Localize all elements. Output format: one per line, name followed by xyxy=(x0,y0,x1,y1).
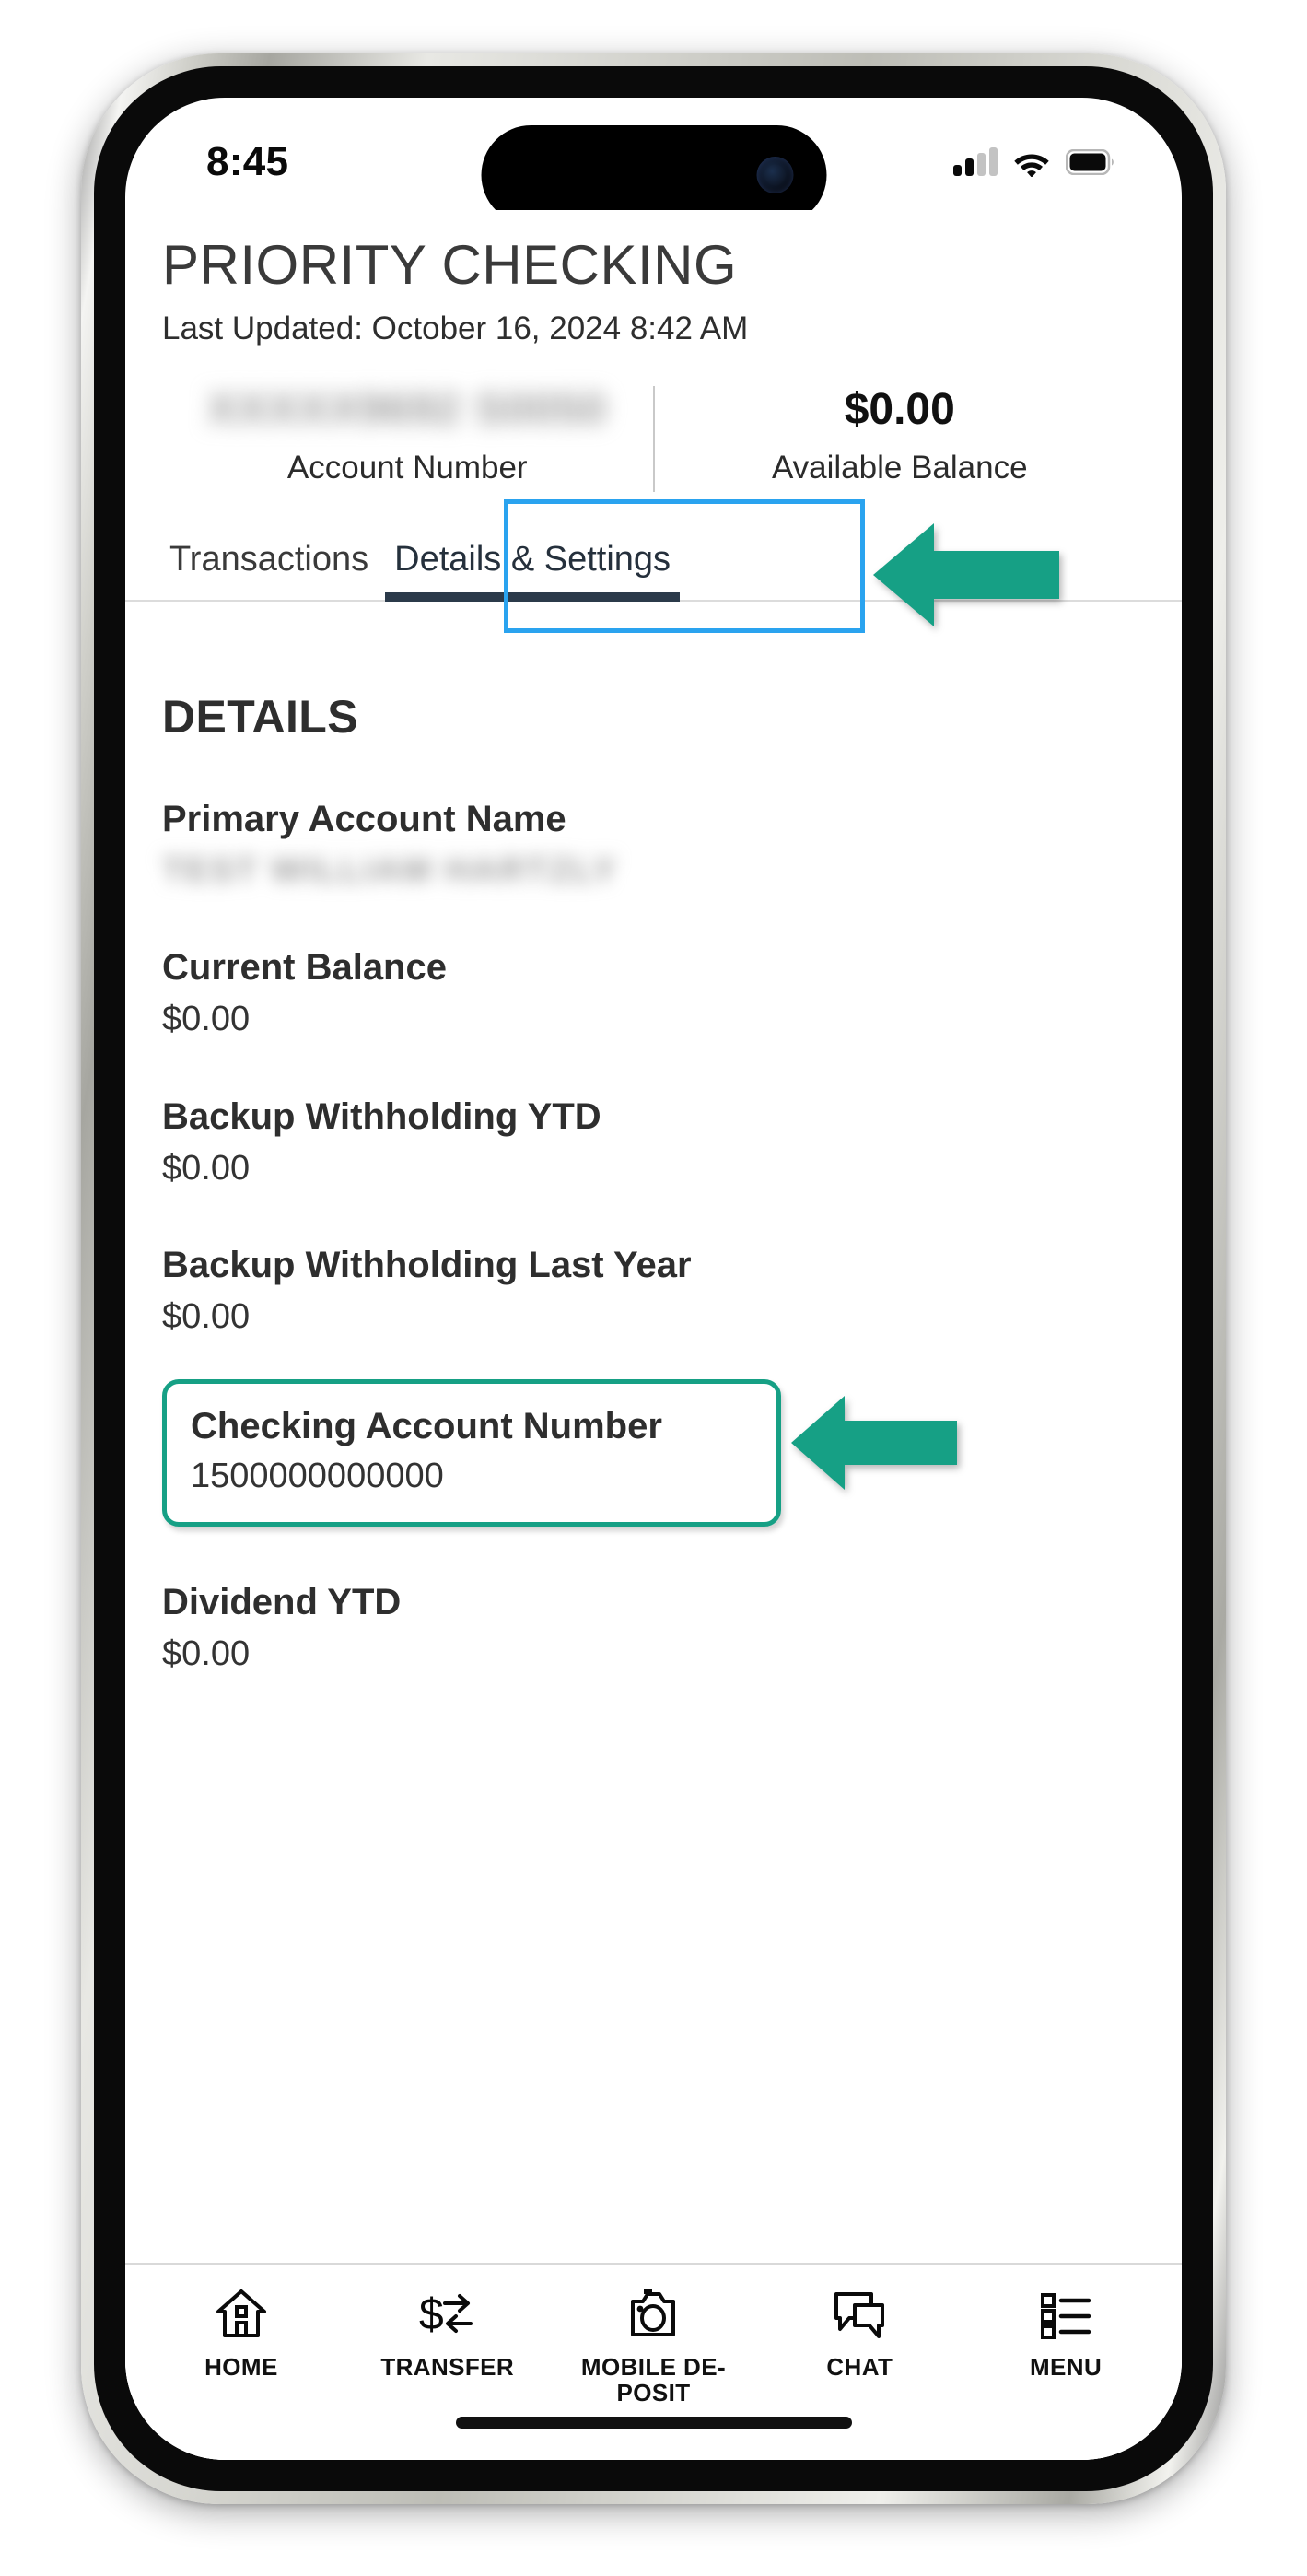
details-scroll-area[interactable]: DETAILS Primary Account Name TEST WILLIA… xyxy=(125,602,1182,2263)
field-label: Dividend YTD xyxy=(162,1581,402,1622)
phone-bezel: 8:45 PRIORITY CHECKING Last Updated: Oct… xyxy=(94,66,1213,2491)
nav-item-home[interactable]: HOME xyxy=(138,2285,344,2381)
bottom-navigation-bar: HOME $ TRANSFER MOBILE DE-POSIT CHAT MEN… xyxy=(125,2263,1182,2460)
screenshot-canvas: 8:45 PRIORITY CHECKING Last Updated: Oct… xyxy=(0,0,1307,2576)
details-section-title: DETAILS xyxy=(162,690,358,743)
available-balance-label: Available Balance xyxy=(771,449,1028,486)
list-menu-icon xyxy=(1037,2285,1094,2342)
field-label: Backup Withholding YTD xyxy=(162,1095,601,1137)
nav-item-mobile-deposit[interactable]: MOBILE DE-POSIT xyxy=(551,2285,757,2406)
field-value: 1500000000000 xyxy=(191,1456,444,1495)
phone-frame: 8:45 PRIORITY CHECKING Last Updated: Oct… xyxy=(81,53,1226,2504)
account-number-value: XXXXX9692 S0050 xyxy=(207,384,608,434)
account-number-block: XXXXX9692 S0050 Account Number xyxy=(162,381,653,494)
field-label: Checking Account Number xyxy=(191,1405,662,1446)
field-primary-account-name: Primary Account Name TEST WILLIAM HARTZL… xyxy=(162,797,1145,893)
field-current-balance: Current Balance $0.00 xyxy=(162,945,1145,1041)
phone-screen: 8:45 PRIORITY CHECKING Last Updated: Oct… xyxy=(125,98,1182,2460)
svg-text:$: $ xyxy=(419,2290,444,2339)
front-camera-icon xyxy=(756,157,793,193)
chat-bubble-icon xyxy=(831,2285,888,2342)
nav-item-label: TRANSFER xyxy=(380,2353,515,2381)
field-backup-withholding-last-year: Backup Withholding Last Year $0.00 xyxy=(162,1243,1145,1339)
tab-details-settings[interactable]: Details & Settings xyxy=(381,525,683,602)
field-label: Primary Account Name xyxy=(162,798,566,839)
home-indicator[interactable] xyxy=(455,2417,852,2429)
account-tabs: Transactions Details & Settings xyxy=(125,498,1182,633)
wifi-icon xyxy=(1014,154,1049,177)
account-number-label: Account Number xyxy=(286,449,528,486)
cellular-signal-icon xyxy=(953,147,998,176)
available-balance-block: $0.00 Available Balance xyxy=(655,381,1146,494)
nav-item-label: CHAT xyxy=(826,2353,893,2381)
camera-icon xyxy=(624,2285,682,2342)
account-header: PRIORITY CHECKING Last Updated: October … xyxy=(125,210,1182,347)
field-value: $0.00 xyxy=(162,1000,251,1039)
field-value: $0.00 xyxy=(162,1297,251,1337)
last-updated-text: Last Updated: October 16, 2024 8:42 AM xyxy=(162,310,749,346)
field-dividend-ytd: Dividend YTD $0.00 xyxy=(162,1580,1145,1676)
status-bar-time: 8:45 xyxy=(206,139,289,184)
home-icon xyxy=(215,2285,268,2342)
transfer-icon: $ xyxy=(419,2285,476,2342)
field-value: $0.00 xyxy=(162,1148,251,1188)
nav-item-transfer[interactable]: $ TRANSFER xyxy=(344,2285,551,2381)
page-title: PRIORITY CHECKING xyxy=(162,234,738,296)
field-checking-account-number[interactable]: Checking Account Number 1500000000000 xyxy=(162,1378,957,1527)
account-summary: XXXXX9692 S0050 Account Number $0.00 Ava… xyxy=(125,381,1182,494)
field-label: Current Balance xyxy=(162,947,447,989)
battery-full-icon xyxy=(1066,149,1114,175)
app-content: PRIORITY CHECKING Last Updated: October … xyxy=(125,210,1182,2460)
field-value: $0.00 xyxy=(162,1633,251,1673)
callout-arrow-checking-account-number xyxy=(791,1395,957,1490)
nav-item-menu[interactable]: MENU xyxy=(963,2285,1169,2381)
nav-item-chat[interactable]: CHAT xyxy=(756,2285,963,2381)
field-value: TEST WILLIAM HARTZLY xyxy=(162,850,618,890)
field-label: Backup Withholding Last Year xyxy=(162,1245,692,1286)
tab-transactions[interactable]: Transactions xyxy=(157,525,381,600)
nav-item-label: MENU xyxy=(1030,2353,1103,2381)
nav-item-label: HOME xyxy=(204,2353,278,2381)
status-bar-indicators xyxy=(953,147,1115,177)
available-balance-value: $0.00 xyxy=(844,384,955,434)
field-backup-withholding-ytd: Backup Withholding YTD $0.00 xyxy=(162,1095,1145,1190)
nav-item-label: MOBILE DE-POSIT xyxy=(580,2353,727,2406)
